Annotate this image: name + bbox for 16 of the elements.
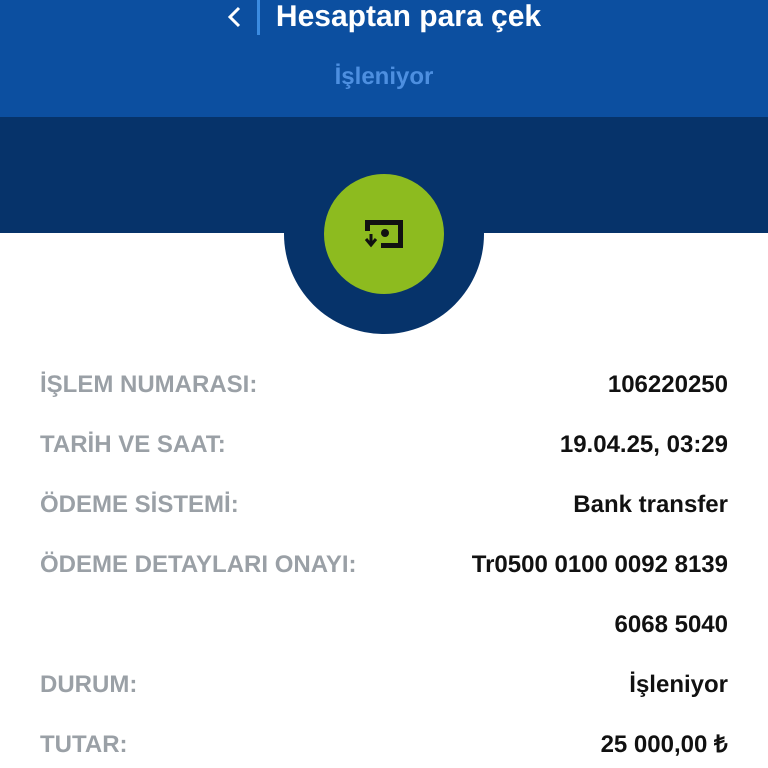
- detail-value: Bank transfer: [573, 490, 728, 520]
- status-subtitle: İşleniyor: [334, 62, 434, 92]
- detail-label: TUTAR:: [40, 730, 128, 760]
- detail-label: DURUM:: [40, 670, 138, 700]
- detail-value: İşleniyor: [629, 670, 728, 700]
- detail-label: TARİH VE SAAT:: [40, 430, 226, 460]
- detail-label: ÖDEME DETAYLARI ONAYI:: [40, 550, 356, 580]
- detail-value: 106220250: [608, 370, 728, 400]
- detail-value: 19.04.25, 03:29: [560, 430, 728, 460]
- detail-label: ÖDEME SİSTEMİ:: [40, 490, 239, 520]
- detail-value: Tr0500 0100 0092 8139 6068 5040: [470, 550, 728, 640]
- screen-title: Hesaptan para çek: [276, 2, 542, 32]
- back-icon[interactable]: [226, 6, 241, 28]
- detail-label: İŞLEM NUMARASI:: [40, 370, 258, 400]
- cash-withdraw-icon: [363, 218, 405, 250]
- detail-value: 25 000,00 ₺: [600, 730, 728, 760]
